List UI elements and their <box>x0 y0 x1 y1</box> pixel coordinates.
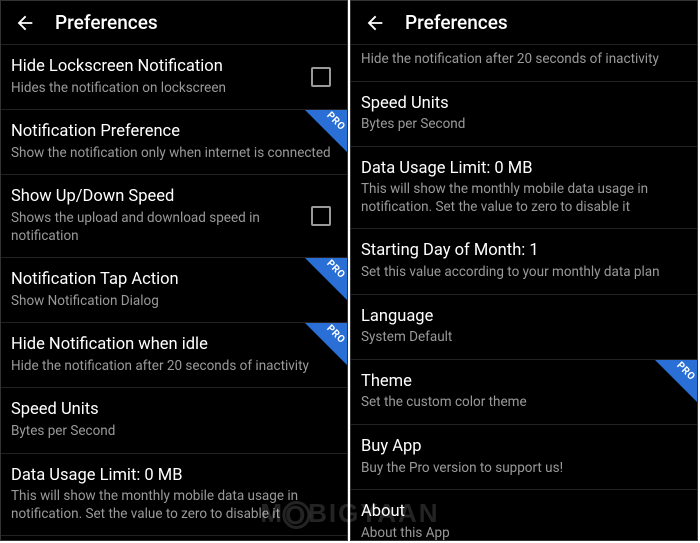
pref-subtitle: System Default <box>361 329 681 347</box>
preferences-list[interactable]: Hide the notification after 20 seconds o… <box>351 45 697 540</box>
pref-title: Show Up/Down Speed <box>11 187 299 208</box>
arrow-back-icon <box>364 12 386 34</box>
pref-subtitle: Hides the notification on lockscreen <box>11 80 299 98</box>
pref-subtitle: Bytes per Second <box>11 423 331 441</box>
pref-subtitle: Shows the upload and download speed in n… <box>11 210 299 245</box>
pref-subtitle: Set the custom color theme <box>361 394 681 412</box>
pref-title: Data Usage Limit: 0 MB <box>361 159 681 180</box>
arrow-back-icon <box>14 12 36 34</box>
appbar: Preferences <box>351 1 697 45</box>
pref-notification-preference[interactable]: Notification Preference Show the notific… <box>1 110 347 175</box>
pref-notification-tap-action[interactable]: Notification Tap Action Show Notificatio… <box>1 258 347 323</box>
pref-speed-units[interactable]: Speed Units Bytes per Second <box>351 82 697 147</box>
pref-speed-units[interactable]: Speed Units Bytes per Second <box>1 388 347 453</box>
pref-title: Notification Tap Action <box>11 270 331 291</box>
pref-language[interactable]: Language System Default <box>351 295 697 360</box>
pref-show-up-down-speed[interactable]: Show Up/Down Speed Shows the upload and … <box>1 175 347 258</box>
pref-subtitle: Hide the notification after 20 seconds o… <box>361 51 681 69</box>
pref-data-usage-limit[interactable]: Data Usage Limit: 0 MB This will show th… <box>1 454 347 537</box>
pref-subtitle: Show Notification Dialog <box>11 293 331 311</box>
pref-starting-day-of-month[interactable]: Starting Day of Month: 1 Set this value … <box>351 229 697 294</box>
pref-subtitle: Set this value according to your monthly… <box>361 264 681 282</box>
pref-subtitle: Bytes per Second <box>361 116 681 134</box>
pref-subtitle: This will show the monthly mobile data u… <box>11 488 331 523</box>
pref-title: About <box>361 502 681 523</box>
pref-title: Notification Preference <box>11 122 331 143</box>
back-button[interactable] <box>13 11 37 35</box>
pref-hide-notification-when-idle-fragment[interactable]: Hide the notification after 20 seconds o… <box>351 45 697 82</box>
preferences-list[interactable]: Hide Lockscreen Notification Hides the n… <box>1 45 347 540</box>
pref-title: Starting Day of Month: 1 <box>361 241 681 262</box>
checkbox[interactable] <box>311 67 331 87</box>
page-title: Preferences <box>405 11 508 34</box>
pref-title: Hide Notification when idle <box>11 335 331 356</box>
screen-right: Preferences Hide the notification after … <box>350 0 698 541</box>
pref-hide-notification-when-idle[interactable]: Hide Notification when idle Hide the not… <box>1 323 347 388</box>
pref-subtitle: Buy the Pro version to support us! <box>361 460 681 478</box>
pref-subtitle: About this App <box>361 525 681 540</box>
pref-buy-app[interactable]: Buy App Buy the Pro version to support u… <box>351 425 697 490</box>
pref-title: Buy App <box>361 437 681 458</box>
pref-about[interactable]: About About this App <box>351 490 697 540</box>
page-title: Preferences <box>55 11 158 34</box>
pref-theme[interactable]: Theme Set the custom color theme <box>351 360 697 425</box>
pref-subtitle: This will show the monthly mobile data u… <box>361 181 681 216</box>
pref-subtitle: Hide the notification after 20 seconds o… <box>11 358 331 376</box>
pref-title: Speed Units <box>361 94 681 115</box>
pref-title: Language <box>361 307 681 328</box>
pref-subtitle: Show the notification only when internet… <box>11 145 331 163</box>
pref-data-usage-limit[interactable]: Data Usage Limit: 0 MB This will show th… <box>351 147 697 230</box>
pref-title: Hide Lockscreen Notification <box>11 57 299 78</box>
pref-hide-lockscreen-notification[interactable]: Hide Lockscreen Notification Hides the n… <box>1 45 347 110</box>
checkbox[interactable] <box>311 206 331 226</box>
screen-left: Preferences Hide Lockscreen Notification… <box>0 0 348 541</box>
pref-title: Speed Units <box>11 400 331 421</box>
appbar: Preferences <box>1 1 347 45</box>
back-button[interactable] <box>363 11 387 35</box>
pref-title: Theme <box>361 372 681 393</box>
pref-title: Data Usage Limit: 0 MB <box>11 466 331 487</box>
